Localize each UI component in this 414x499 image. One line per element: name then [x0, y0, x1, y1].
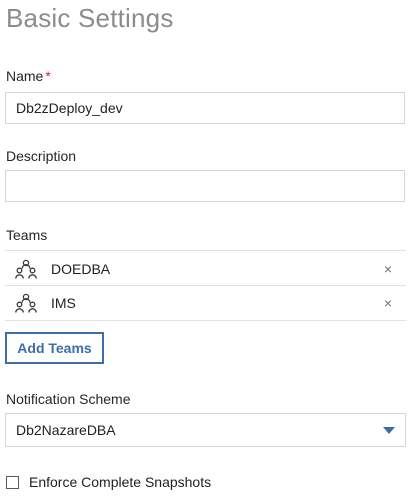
- team-icon: [15, 258, 37, 280]
- teams-label: Teams: [6, 227, 48, 243]
- enforce-snapshots-row: Enforce Complete Snapshots: [6, 474, 211, 490]
- caret-down-icon: [383, 426, 395, 434]
- team-row-doedba: DOEDBA ×: [5, 250, 406, 286]
- description-input[interactable]: [5, 170, 405, 202]
- description-label: Description: [6, 148, 77, 164]
- team-icon: [15, 292, 37, 314]
- enforce-snapshots-checkbox[interactable]: [6, 475, 19, 489]
- add-teams-button[interactable]: Add Teams: [5, 332, 104, 364]
- remove-team-icon[interactable]: ×: [378, 259, 398, 279]
- basic-settings-panel: Basic Settings Name* Description Teams D…: [0, 0, 414, 499]
- enforce-snapshots-label: Enforce Complete Snapshots: [29, 474, 212, 490]
- team-name: DOEDBA: [51, 260, 111, 277]
- notification-scheme-value: Db2NazareDBA: [16, 422, 116, 438]
- notification-scheme-label: Notification Scheme: [6, 391, 131, 407]
- team-row-ims: IMS ×: [5, 285, 406, 321]
- name-input[interactable]: [5, 92, 405, 124]
- notification-scheme-select[interactable]: Db2NazareDBA: [5, 413, 406, 447]
- page-title: Basic Settings: [6, 3, 174, 33]
- team-name: IMS: [51, 295, 76, 311]
- name-label: Name *: [6, 67, 51, 85]
- required-mark: *: [45, 68, 51, 84]
- remove-team-icon[interactable]: ×: [378, 293, 398, 313]
- name-label-text: Name: [6, 68, 44, 84]
